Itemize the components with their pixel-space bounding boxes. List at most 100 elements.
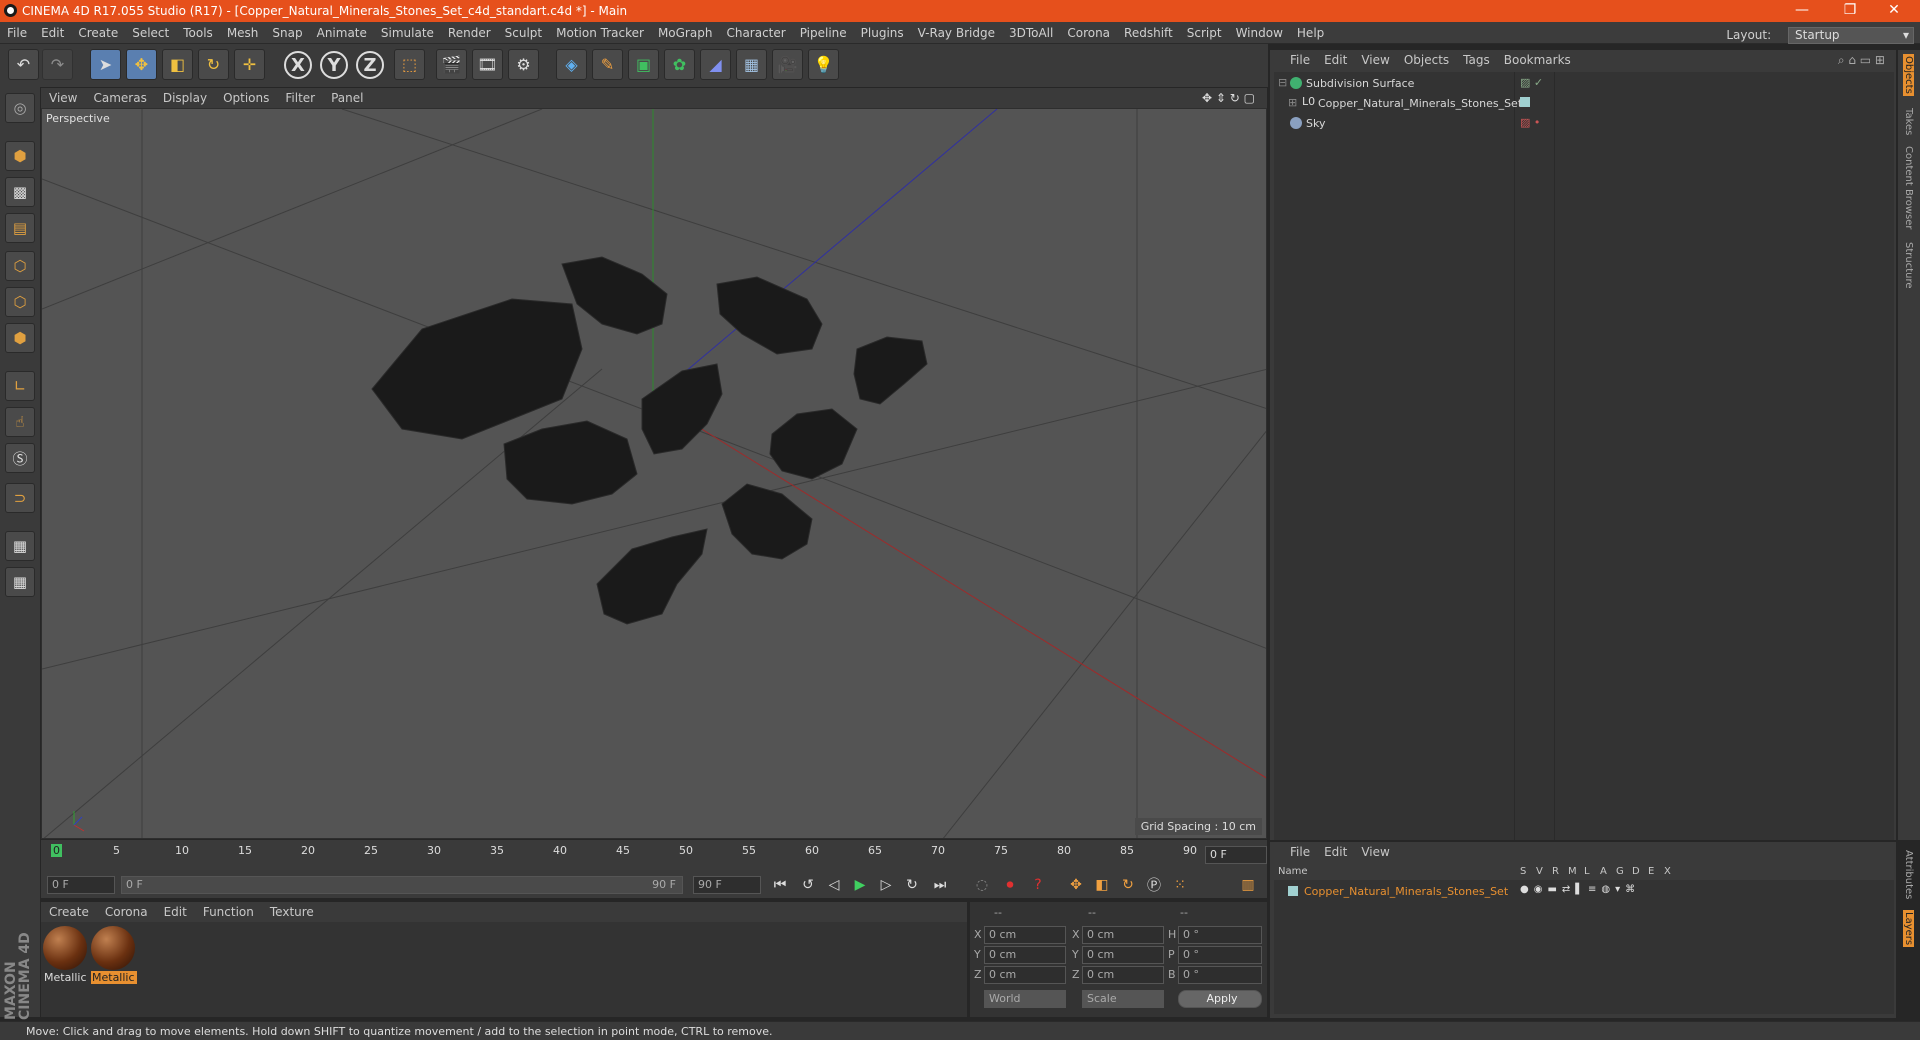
rotation-b-field[interactable]: 0 ° [1178, 966, 1262, 984]
layers-menu-view[interactable]: View [1354, 842, 1396, 862]
menu-snap[interactable]: Snap [265, 22, 309, 44]
x-axis-lock-icon[interactable]: X [284, 51, 312, 79]
viewport-menu-options[interactable]: Options [215, 88, 277, 108]
tab-objects[interactable]: Objects [1903, 54, 1914, 96]
objects-menu-objects[interactable]: Objects [1397, 50, 1456, 70]
tweak-mode-icon[interactable]: ☝ [5, 407, 35, 437]
workplane-lock-icon[interactable]: ▦ [5, 531, 35, 561]
size-y-field[interactable]: 0 cm [1082, 946, 1164, 964]
y-axis-lock-icon[interactable]: Y [320, 51, 348, 79]
minimize-icon[interactable]: — [1782, 2, 1822, 18]
object-row[interactable]: ⊟ Subdivision Surface ▨ ✓ [1274, 74, 1894, 93]
key-param-icon[interactable]: Ⓟ [1143, 874, 1165, 896]
edges-mode-icon[interactable]: ⬡ [5, 287, 35, 317]
restore-icon[interactable]: ❐ [1830, 2, 1870, 18]
menu-tools[interactable]: Tools [176, 22, 220, 44]
tab-content-browser[interactable]: Content Browser [1903, 146, 1914, 229]
motion-record-icon[interactable]: ◌ [971, 874, 993, 896]
previous-frame-icon[interactable]: ◁ [823, 874, 845, 896]
layer-color-icon[interactable] [1288, 886, 1298, 896]
objects-menu-tags[interactable]: Tags [1456, 50, 1497, 70]
select-tool-icon[interactable]: ➤ [90, 49, 121, 80]
objects-menu-view[interactable]: View [1354, 50, 1396, 70]
menu-help[interactable]: Help [1290, 22, 1331, 44]
stone-4[interactable] [853, 336, 928, 405]
object-visibility-icon[interactable]: ▨ • [1520, 116, 1540, 129]
material-menu-create[interactable]: Create [41, 902, 97, 922]
menu-create[interactable]: Create [71, 22, 125, 44]
model-mode-icon[interactable]: ⬢ [5, 141, 35, 171]
polygons-mode-icon[interactable]: ⬢ [5, 323, 35, 353]
stone-7[interactable] [503, 420, 638, 505]
render-view-icon[interactable]: 🎬 [436, 49, 467, 80]
go-to-end-icon[interactable]: ⏭ [929, 874, 951, 896]
record-active-icon[interactable]: ⏺ [999, 874, 1021, 896]
objects-menu-edit[interactable]: Edit [1317, 50, 1354, 70]
menu-simulate[interactable]: Simulate [374, 22, 441, 44]
menu-character[interactable]: Character [719, 22, 792, 44]
tab-takes[interactable]: Takes [1903, 108, 1914, 135]
timeline-ruler[interactable]: 0 5 10 15 20 25 30 35 40 45 50 55 60 65 … [41, 840, 1267, 872]
menu-script[interactable]: Script [1180, 22, 1229, 44]
stone-6[interactable] [769, 408, 858, 480]
material-swatch[interactable]: Metallic [91, 926, 137, 984]
autokey-icon[interactable]: ? [1027, 874, 1049, 896]
cube-object-icon[interactable]: ◈ [556, 49, 587, 80]
frame-range-slider[interactable]: 0 F 90 F [121, 876, 683, 894]
layers-menu-file[interactable]: File [1270, 842, 1317, 862]
expand-icon[interactable]: ⊞ [1288, 96, 1297, 109]
scale-tool-icon[interactable]: ◧ [162, 49, 193, 80]
position-z-field[interactable]: 0 cm [984, 966, 1066, 984]
viewport-menu-panel[interactable]: Panel [323, 88, 371, 108]
key-move-icon[interactable]: ✥ [1065, 874, 1087, 896]
size-z-field[interactable]: 0 cm [1082, 966, 1164, 984]
pen-spline-icon[interactable]: ✎ [592, 49, 623, 80]
objects-menu-bookmarks[interactable]: Bookmarks [1497, 50, 1578, 70]
stone-8[interactable] [721, 483, 813, 560]
texture-mode-icon[interactable]: ▩ [5, 177, 35, 207]
world-dropdown[interactable]: World [984, 990, 1066, 1008]
snap-icon[interactable]: Ⓢ [5, 443, 35, 473]
end-frame-field[interactable]: 90 F [693, 876, 761, 894]
menu-mesh[interactable]: Mesh [220, 22, 266, 44]
tab-layers[interactable]: Layers [1903, 910, 1914, 948]
live-select-icon[interactable]: ✛ [234, 49, 265, 80]
position-x-field[interactable]: 0 cm [984, 926, 1066, 944]
layer-toggle-icons[interactable]: ●◉▬⇄▌≡◍▾⌘ [1520, 884, 1640, 895]
key-pla-icon[interactable]: ⁙ [1169, 874, 1191, 896]
menu-mograph[interactable]: MoGraph [651, 22, 720, 44]
close-icon[interactable]: ✕ [1874, 2, 1914, 18]
magnet-icon[interactable]: ⊃ [5, 483, 35, 513]
render-settings-icon[interactable]: ⚙ [508, 49, 539, 80]
stone-2[interactable] [561, 256, 668, 335]
undo-icon[interactable]: ↶ [8, 49, 39, 80]
key-rotate-icon[interactable]: ↻ [1117, 874, 1139, 896]
menu-select[interactable]: Select [125, 22, 176, 44]
make-editable-icon[interactable]: ◎ [5, 93, 35, 123]
menu-3dtoall[interactable]: 3DToAll [1002, 22, 1060, 44]
material-menu-texture[interactable]: Texture [262, 902, 322, 922]
material-menu-function[interactable]: Function [195, 902, 262, 922]
apply-button[interactable]: Apply [1178, 990, 1262, 1008]
points-mode-icon[interactable]: ⬡ [5, 251, 35, 281]
render-picture-viewer-icon[interactable]: 🎞 [472, 49, 503, 80]
floor-scene-icon[interactable]: ▦ [736, 49, 767, 80]
position-y-field[interactable]: 0 cm [984, 946, 1066, 964]
material-menu-edit[interactable]: Edit [156, 902, 195, 922]
mograph-cloner-icon[interactable]: ✿ [664, 49, 695, 80]
next-key-icon[interactable]: ↻ [901, 874, 923, 896]
redo-icon[interactable]: ↷ [42, 49, 73, 80]
current-frame-field[interactable]: 0 F [1205, 846, 1267, 864]
viewport-menu-view[interactable]: View [41, 88, 85, 108]
perspective-viewport[interactable]: Perspective Grid Spacing : 10 cm [41, 108, 1267, 839]
light-icon[interactable]: 💡 [808, 49, 839, 80]
stone-3[interactable] [716, 276, 823, 355]
camera-icon[interactable]: 🎥 [772, 49, 803, 80]
z-axis-lock-icon[interactable]: Z [356, 51, 384, 79]
menu-render[interactable]: Render [441, 22, 498, 44]
key-scale-icon[interactable]: ◧ [1091, 874, 1113, 896]
subdivision-surface-icon[interactable]: ▣ [628, 49, 659, 80]
layers-menu-edit[interactable]: Edit [1317, 842, 1354, 862]
rotate-tool-icon[interactable]: ↻ [198, 49, 229, 80]
menu-window[interactable]: Window [1229, 22, 1290, 44]
